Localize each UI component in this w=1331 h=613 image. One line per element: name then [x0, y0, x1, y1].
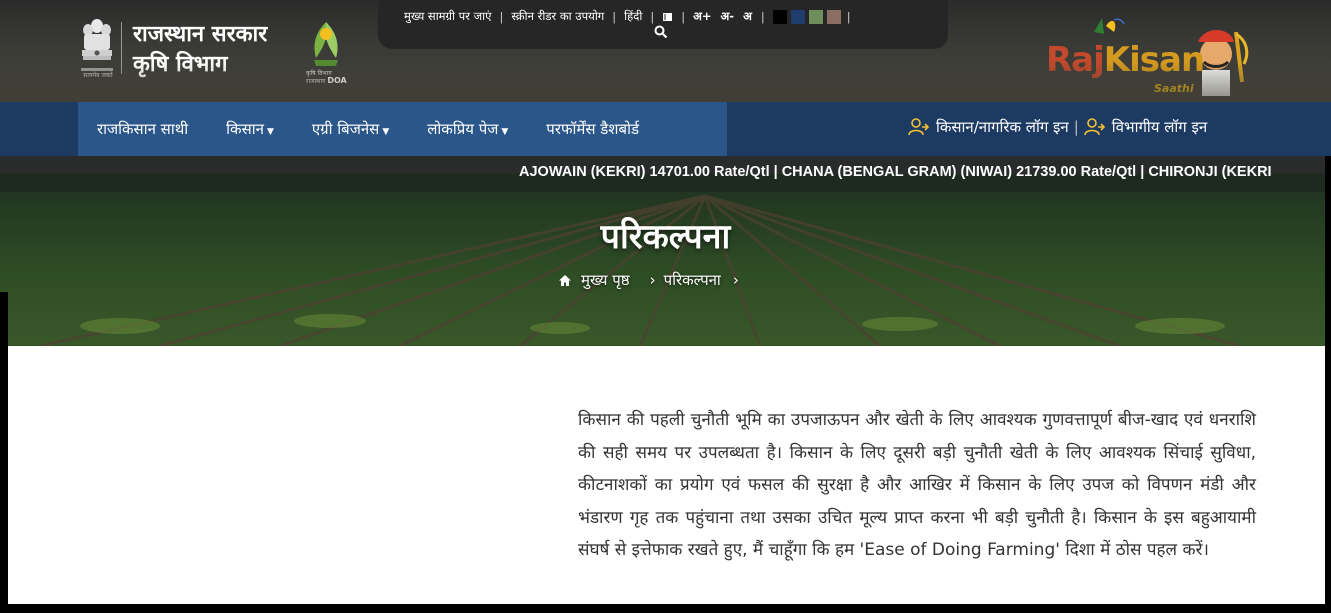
gov-title-line1: राजस्थान सरकार	[133, 22, 268, 47]
vision-paragraph: किसान की पहली चुनौती भूमि का उपजाऊपन और …	[578, 410, 1256, 560]
separator: |	[681, 9, 686, 24]
separator: |	[612, 9, 617, 24]
emblem-caption: सत्यमेव जयते	[83, 72, 113, 79]
font-normal-button[interactable]: अ	[743, 9, 752, 24]
home-icon[interactable]	[558, 274, 572, 287]
doa-label: DOA	[327, 76, 347, 85]
user-login-icon	[1083, 118, 1105, 136]
language-toggle[interactable]: हिंदी	[624, 9, 642, 24]
separator: |	[499, 9, 504, 24]
rajkisan-wordmark[interactable]: RajKisan	[1046, 40, 1205, 80]
caret-down-icon: ▼	[266, 127, 274, 137]
nav-item-performance-dashboard[interactable]: परफॉर्मेंस डैशबोर्ड	[527, 119, 658, 139]
rajkisan-kisan: Kisan	[1103, 40, 1205, 80]
logo-divider	[121, 22, 122, 74]
login-separator: |	[1073, 118, 1079, 136]
user-login-icon	[908, 118, 930, 136]
accessibility-bar: मुख्य सामग्री पर जाएं | स्क्रीन रीडर का …	[378, 0, 948, 49]
nav-item-rajkisan-saathi[interactable]: राजकिसान साथी	[78, 119, 207, 139]
main-navigation: राजकिसान साथी किसान ▼ एग्री बिजनेस ▼ लोकप्…	[0, 102, 1331, 156]
national-emblem-icon	[81, 19, 113, 71]
accessibility-links: मुख्य सामग्री पर जाएं | स्क्रीन रीडर का …	[404, 9, 859, 24]
skip-to-content-link[interactable]: मुख्य सामग्री पर जाएं	[404, 9, 491, 24]
farmer-login-label: किसान/नागरिक लॉग इन	[936, 118, 1069, 136]
separator: |	[760, 9, 765, 24]
font-increase-button[interactable]: अ+	[693, 9, 711, 24]
theme-brown-swatch[interactable]	[826, 9, 841, 24]
nav-item-label: किसान	[226, 120, 264, 138]
breadcrumb-current: परिकल्पना	[663, 271, 721, 289]
nav-menu: राजकिसान साथी किसान ▼ एग्री बिजनेस ▼ लोकप्…	[78, 102, 727, 156]
market-rate-ticker: AJOWAIN (KEKRI) 14701.00 Rate/Qtl | CHAN…	[519, 164, 1272, 180]
page-title: परिकल्पना	[600, 217, 731, 257]
department-login-link[interactable]: विभागीय लॉग इन	[1083, 117, 1208, 137]
nav-item-popular-pages[interactable]: लोकप्रिय पेज ▼	[408, 119, 527, 139]
nav-item-label: राजकिसान साथी	[97, 120, 189, 138]
caret-down-icon: ▼	[382, 127, 390, 137]
rajkisan-saathi: Saathi	[1154, 82, 1194, 95]
main-content: किसान की पहली चुनौती भूमि का उपजाऊपन और …	[8, 346, 1325, 604]
government-title[interactable]: राजस्थान सरकार कृषि विभाग	[133, 20, 267, 80]
separator: |	[650, 9, 655, 24]
login-area: किसान/नागरिक लॉग इन | विभागीय लॉग इन	[908, 117, 1207, 137]
page-edge-right	[1325, 156, 1331, 613]
nav-item-agri-business[interactable]: एग्री बिजनेस ▼	[293, 119, 408, 139]
chevron-right-icon: ›	[732, 271, 739, 289]
font-decrease-button[interactable]: अ-	[721, 9, 735, 24]
separator: |	[846, 9, 851, 24]
nav-item-label: लोकप्रिय पेज	[427, 120, 499, 138]
doa-caption-text: कृषि विभाग राजस्थान	[306, 70, 332, 85]
search-icon[interactable]	[654, 25, 668, 39]
site-header: सत्यमेव जयते राजस्थान सरकार कृषि विभाग क…	[0, 0, 1331, 102]
gov-title-line2: कृषि विभाग	[133, 52, 228, 77]
farmer-login-link[interactable]: किसान/नागरिक लॉग इन	[908, 117, 1069, 137]
doa-leaf-logo-icon	[314, 22, 338, 66]
theme-black-swatch[interactable]	[772, 9, 787, 24]
screen-reader-link[interactable]: स्क्रीन रीडर का उपयोग	[511, 9, 604, 24]
nav-item-kisan[interactable]: किसान ▼	[207, 119, 293, 139]
rajkisan-raj: Raj	[1046, 40, 1105, 80]
chevron-right-icon: ›	[649, 271, 656, 289]
page-edge-left	[0, 292, 8, 613]
theme-green-swatch[interactable]	[808, 9, 823, 24]
department-login-label: विभागीय लॉग इन	[1111, 118, 1208, 136]
nav-item-label: एग्री बिजनेस	[311, 120, 380, 138]
doa-caption: कृषि विभाग राजस्थान DOA	[306, 70, 352, 85]
nav-item-label: परफॉर्मेंस डैशबोर्ड	[546, 120, 639, 138]
theme-blue-swatch[interactable]	[790, 9, 805, 24]
caret-down-icon: ▼	[501, 127, 509, 137]
book-icon[interactable]	[662, 12, 673, 22]
breadcrumb-home-link[interactable]: मुख्य पृष्ठ	[581, 270, 630, 290]
breadcrumb: मुख्य पृष्ठ › परिकल्पना ›	[558, 270, 739, 290]
